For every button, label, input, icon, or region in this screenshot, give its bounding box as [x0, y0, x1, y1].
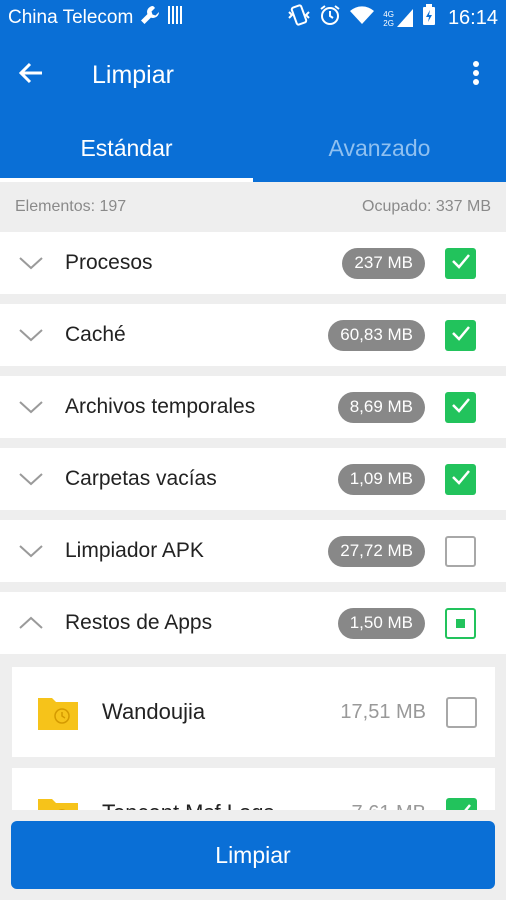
network-4g-label: 4G: [383, 10, 394, 19]
app-size: 7,61 MB: [352, 802, 426, 811]
alarm-icon: [319, 4, 341, 32]
folder-icon: [36, 692, 80, 732]
chevron-down-icon[interactable]: [0, 448, 62, 510]
tab-advanced[interactable]: Avanzado: [253, 114, 506, 182]
checkmark-icon: [451, 325, 471, 346]
clock: 16:14: [447, 6, 498, 29]
arrow-left-icon: [18, 60, 44, 91]
list-item[interactable]: Tencent Msf Logs 7,61 MB: [12, 768, 495, 810]
bottom-action-bar: Limpiar: [0, 810, 506, 900]
category-checkbox[interactable]: [445, 463, 476, 495]
app-size: 17,51 MB: [340, 700, 426, 723]
app-name: Wandoujia: [102, 699, 206, 724]
category-checkbox[interactable]: [445, 319, 476, 351]
signal-icon: 4G 2G: [383, 8, 414, 28]
chevron-down-icon[interactable]: [0, 520, 62, 582]
category-label: Carpetas vacías: [65, 467, 217, 490]
category-row-processes[interactable]: Procesos 237 MB: [0, 232, 506, 294]
category-checkbox[interactable]: [445, 391, 476, 423]
vibrate-icon: [287, 4, 311, 32]
chevron-down-icon[interactable]: [0, 304, 62, 366]
chevron-down-icon[interactable]: [0, 376, 62, 438]
size-badge: 8,69 MB: [337, 391, 425, 423]
wifi-icon: [349, 5, 375, 31]
more-vert-icon: [472, 60, 480, 91]
checkmark-icon: [451, 469, 471, 490]
category-checkbox[interactable]: [445, 535, 476, 567]
back-button[interactable]: [0, 36, 62, 114]
chevron-down-icon[interactable]: [0, 232, 62, 294]
overflow-menu-button[interactable]: [446, 36, 506, 114]
size-badge: 1,09 MB: [337, 463, 425, 495]
size-badge: 60,83 MB: [328, 319, 425, 351]
category-checkbox[interactable]: [445, 607, 476, 639]
tab-bar: Estándar Avanzado: [0, 114, 506, 182]
category-label: Restos de Apps: [65, 611, 213, 634]
item-checkbox[interactable]: [446, 797, 477, 810]
network-2g-label: 2G: [383, 19, 394, 28]
app-remnants-list: Wandoujia 17,51 MB Tencent Msf Logs 7,61…: [0, 657, 506, 810]
size-badge: 237 MB: [342, 247, 425, 279]
clean-button[interactable]: Limpiar: [11, 821, 495, 889]
tab-standard[interactable]: Estándar: [0, 114, 253, 182]
item-checkbox[interactable]: [446, 696, 477, 728]
battery-charging-icon: [422, 4, 436, 32]
summary-bar: Elementos: 197 Ocupado: 337 MB: [0, 182, 506, 232]
size-badge: 27,72 MB: [328, 535, 425, 567]
wrench-icon: [139, 4, 161, 32]
chevron-up-icon[interactable]: [0, 592, 62, 654]
category-label: Limpiador APK: [65, 539, 204, 562]
checkmark-icon: [451, 253, 471, 274]
page-title: Limpiar: [92, 60, 174, 89]
items-count: Elementos: 197: [15, 198, 127, 215]
folder-icon: [36, 793, 80, 810]
checkmark-icon: [452, 803, 472, 810]
category-list: Procesos 237 MB Caché 60,83 MB Archivos …: [0, 232, 506, 664]
app-name: Tencent Msf Logs: [102, 800, 352, 810]
partial-check-indicator: [456, 618, 465, 628]
list-item[interactable]: Wandoujia 17,51 MB: [12, 667, 495, 757]
category-label: Caché: [65, 323, 126, 346]
category-checkbox[interactable]: [445, 247, 476, 279]
status-bar: China Telecom 4G 2G 16:14: [0, 0, 506, 36]
app-toolbar: Limpiar: [0, 36, 506, 114]
category-row-apk-cleaner[interactable]: Limpiador APK 27,72 MB: [0, 520, 506, 582]
carrier-name: China Telecom: [8, 7, 134, 28]
size-badge: 1,50 MB: [337, 607, 425, 639]
category-row-empty-folders[interactable]: Carpetas vacías 1,09 MB: [0, 448, 506, 510]
category-label: Archivos temporales: [65, 395, 256, 418]
category-row-app-remnants[interactable]: Restos de Apps 1,50 MB: [0, 592, 506, 654]
category-row-cache[interactable]: Caché 60,83 MB: [0, 304, 506, 366]
barcode-icon: [167, 5, 185, 31]
checkmark-icon: [451, 397, 471, 418]
occupied-size: Ocupado: 337 MB: [362, 198, 491, 215]
category-row-temp-files[interactable]: Archivos temporales 8,69 MB: [0, 376, 506, 438]
category-label: Procesos: [65, 251, 153, 274]
